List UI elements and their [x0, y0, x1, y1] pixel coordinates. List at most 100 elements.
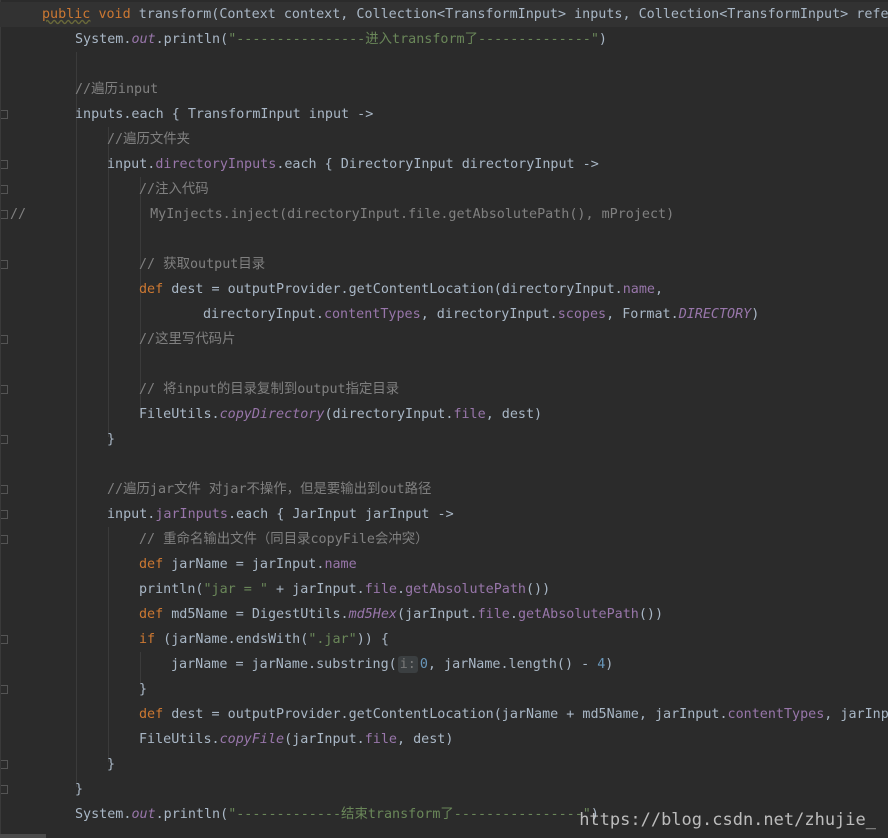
code-line-close-brace[interactable]: }	[0, 777, 888, 802]
code-token: (jarName.endsWith(	[155, 632, 309, 647]
keyword-public: public	[42, 7, 91, 22]
code-editor[interactable]: public void transform(Context context, C…	[0, 0, 888, 838]
code-line-comment[interactable]: //遍历input	[0, 77, 888, 102]
comment: //遍历文件夹	[107, 132, 191, 147]
code-token: .	[509, 607, 518, 622]
code-token: }	[107, 432, 116, 447]
code-line-def-md5[interactable]: def md5Name = DigestUtils.md5Hex(jarInpu…	[0, 602, 888, 627]
code-token: .println(	[155, 807, 229, 822]
code-token: }	[107, 757, 116, 772]
static-method: md5Hex	[348, 607, 397, 622]
code-line-copy-file[interactable]: FileUtils.copyFile(jarInput.file, dest)	[0, 727, 888, 752]
code-line-def-dest[interactable]: def dest = outputProvider.getContentLoca…	[0, 277, 888, 302]
code-token: (directoryInput.	[324, 407, 454, 422]
keyword-void: void	[98, 7, 131, 22]
code-token: }	[75, 782, 84, 797]
code-line-comment[interactable]: //遍历jar文件 对jar不操作，但是要输出到out路径	[0, 477, 888, 502]
parameter-hint: i:	[397, 656, 418, 673]
property: file	[477, 607, 510, 622]
code-line-copy-directory[interactable]: FileUtils.copyDirectory(directoryInput.f…	[0, 402, 888, 427]
code-line-comment[interactable]: // 重命名输出文件（同目录copyFile会冲突）	[0, 527, 888, 552]
keyword-if: if	[139, 632, 156, 647]
code-line-commented-inject[interactable]: // MyInjects.inject(directoryInput.file.g…	[0, 202, 888, 227]
code-token: dest = outputProvider.getContentLocation…	[163, 282, 623, 297]
code-line-jar-each[interactable]: input.jarInputs.each { JarInput jarInput…	[0, 502, 888, 527]
code-token: )	[751, 307, 760, 322]
string-literal: ".jar"	[308, 632, 357, 647]
code-line-comment[interactable]: //遍历文件夹	[0, 127, 888, 152]
property: getAbsolutePath	[517, 607, 639, 622]
comment: //遍历input	[75, 82, 159, 97]
comment: //	[10, 207, 27, 222]
code-token: + jarInput.	[268, 582, 365, 597]
code-token: directoryInput.	[203, 307, 324, 322]
code-token: , Format.	[606, 307, 679, 322]
code-line-close-brace[interactable]: }	[0, 677, 888, 702]
code-token: input.	[107, 507, 156, 522]
property: contentTypes	[727, 707, 825, 722]
code-token: , jarInpu	[824, 707, 888, 722]
comment: // 获取output目录	[139, 257, 266, 272]
code-token: .println(	[155, 32, 229, 47]
code-line-close-brace[interactable]: }	[0, 752, 888, 777]
code-token: System.	[75, 32, 132, 47]
property: scopes	[557, 307, 607, 322]
property: file	[453, 407, 486, 422]
signature-text: transform(Context context, Collection<Tr…	[130, 7, 888, 22]
code-token: )	[605, 657, 614, 672]
watermark: https://blog.csdn.net/zhujie_	[579, 810, 876, 830]
code-token: )	[598, 32, 607, 47]
comment: // 重命名输出文件（同目录copyFile会冲突）	[139, 532, 429, 547]
property: jarInputs	[155, 507, 228, 522]
code-token: ())	[526, 582, 551, 597]
code-token: (jarInput.	[284, 732, 365, 747]
code-line-comment[interactable]: // 将input的目录复制到output指定目录	[0, 377, 888, 402]
number-literal: 0	[419, 657, 428, 672]
keyword-def: def	[139, 557, 164, 572]
property: contentTypes	[323, 307, 421, 322]
code-line-comment[interactable]: //注入代码	[0, 177, 888, 202]
comment: //这里写代码片	[139, 332, 236, 347]
property: file	[364, 582, 397, 597]
keyword-def: def	[139, 707, 164, 722]
code-line-directory-each[interactable]: input.directoryInputs.each { DirectoryIn…	[0, 152, 888, 177]
code-token: , jarName.length() -	[427, 657, 598, 672]
code-token: println(	[139, 582, 204, 597]
code-line-println-jar[interactable]: println("jar = " + jarInput.file.getAbso…	[0, 577, 888, 602]
code-line-def-jarname[interactable]: def jarName = jarInput.name	[0, 552, 888, 577]
code-token: out	[131, 32, 156, 47]
code-line-close-brace[interactable]: }	[0, 427, 888, 452]
code-token: System.	[75, 807, 132, 822]
code-token: dest = outputProvider.getContentLocation…	[163, 707, 728, 722]
code-line-println-start[interactable]: System.out.println("----------------进入tr…	[0, 27, 888, 52]
property: name	[324, 557, 357, 572]
code-token: jarName = jarName.substring(	[171, 657, 397, 672]
code-token: }	[139, 682, 148, 697]
code-line-def-dest-jar[interactable]: def dest = outputProvider.getContentLoca…	[0, 702, 888, 727]
code-line-inputs-each[interactable]: inputs.each { TransformInput input ->	[0, 102, 888, 127]
static-method: copyDirectory	[219, 407, 325, 422]
code-token: , dest)	[397, 732, 454, 747]
code-line-method-signature[interactable]: public void transform(Context context, C…	[0, 2, 888, 27]
string-literal: "----------------进入transform了-----------…	[228, 32, 599, 47]
code-line-if[interactable]: if (jarName.endsWith(".jar")) {	[0, 627, 888, 652]
code-token: )) {	[356, 632, 389, 647]
code-line-comment[interactable]: // 获取output目录	[0, 252, 888, 277]
code-token: ,	[654, 282, 664, 297]
code-line-substring[interactable]: jarName = jarName.substring(i: 0, jarName…	[0, 652, 888, 677]
code-token: .each { DirectoryInput directoryInput ->	[276, 157, 599, 172]
code-token: jarName = jarInput.	[163, 557, 325, 572]
code-line-comment[interactable]: //这里写代码片	[0, 327, 888, 352]
code-token: ())	[638, 607, 664, 622]
property: directoryInputs	[155, 157, 277, 172]
code-token: .each { JarInput jarInput ->	[227, 507, 454, 522]
keyword-def: def	[139, 607, 164, 622]
code-token: (jarInput.	[397, 607, 478, 622]
code-token: FileUtils.	[139, 407, 220, 422]
property: name	[622, 282, 655, 297]
comment: //注入代码	[139, 182, 209, 197]
code-line-def-dest-cont[interactable]: directoryInput.contentTypes, directoryIn…	[0, 302, 888, 327]
code-token: FileUtils.	[139, 732, 220, 747]
code-token: inputs.each { TransformInput input ->	[75, 107, 374, 122]
static-constant: DIRECTORY	[678, 307, 752, 322]
